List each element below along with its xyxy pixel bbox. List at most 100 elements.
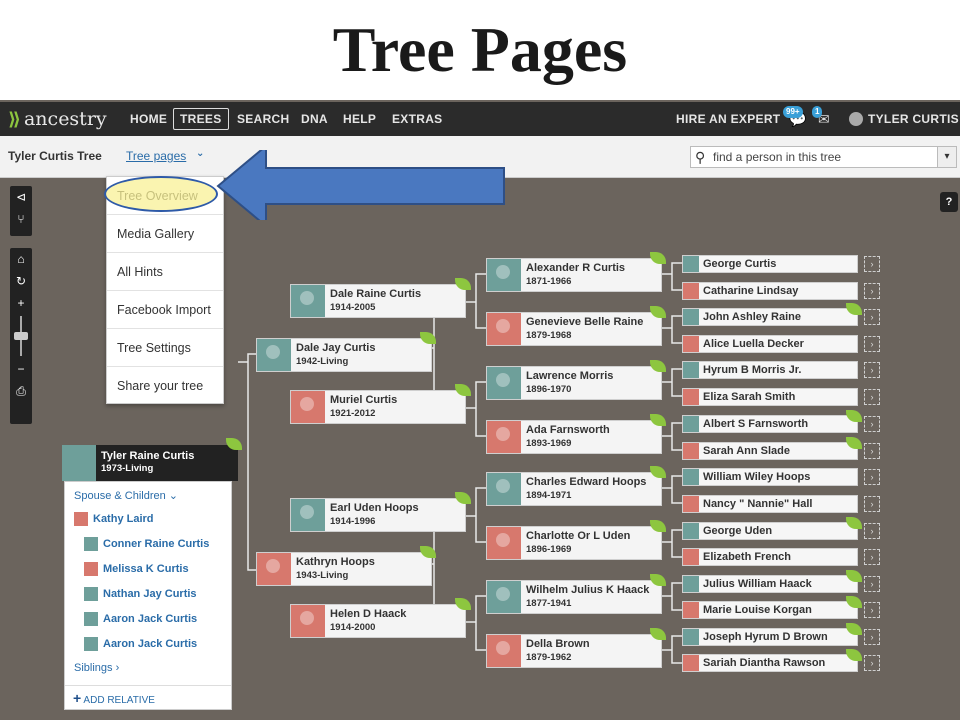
ancestor-card[interactable]: Alice Luella Decker: [682, 335, 858, 353]
ancestor-card[interactable]: Joseph Hyrum D Brown: [682, 628, 858, 646]
person-card[interactable]: Della Brown 1879-1962: [486, 634, 662, 668]
expand-more-icon[interactable]: ›: [864, 496, 880, 512]
expand-more-icon[interactable]: ›: [864, 443, 880, 459]
zoom-out-icon[interactable]: −: [10, 358, 32, 380]
tree-name: Tyler Curtis Tree: [8, 149, 102, 163]
print-icon[interactable]: ⎙: [10, 380, 32, 402]
family-member[interactable]: Aaron Jack Curtis: [84, 637, 197, 653]
slide-title: Tree Pages: [332, 14, 628, 85]
person-card[interactable]: Charles Edward Hoops 1894-1971: [486, 472, 662, 506]
expand-more-icon[interactable]: ›: [864, 309, 880, 325]
person-search-input[interactable]: [713, 149, 933, 165]
nav-extras[interactable]: EXTRAS: [392, 110, 442, 128]
zoom-in-icon[interactable]: +: [10, 292, 32, 314]
expand-more-icon[interactable]: ›: [864, 602, 880, 618]
person-card[interactable]: Dale Jay Curtis 1942-Living: [256, 338, 432, 372]
person-card[interactable]: Charlotte Or L Uden 1896-1969: [486, 526, 662, 560]
person-card[interactable]: Dale Raine Curtis 1914-2005: [290, 284, 466, 318]
ancestor-card[interactable]: George Curtis: [682, 255, 858, 273]
person-photo: [257, 553, 291, 585]
expand-more-icon[interactable]: ›: [864, 416, 880, 432]
expand-more-icon[interactable]: ›: [864, 523, 880, 539]
ancestor-card[interactable]: Hyrum B Morris Jr.: [682, 361, 858, 379]
family-view-icon[interactable]: ⑂: [10, 208, 32, 230]
nav-trees[interactable]: TREES: [173, 108, 229, 130]
ancestor-card[interactable]: Albert S Farnsworth: [682, 415, 858, 433]
nav-search[interactable]: SEARCH: [237, 110, 289, 128]
spouse-children-toggle[interactable]: Spouse & Children ⌄: [74, 489, 178, 502]
expand-more-icon[interactable]: ›: [864, 549, 880, 565]
nav-home[interactable]: HOME: [130, 110, 167, 128]
person-photo: [257, 339, 291, 371]
ancestor-card[interactable]: Catharine Lindsay: [682, 282, 858, 300]
expand-more-icon[interactable]: ›: [864, 629, 880, 645]
leaf-logo-icon: ⟫: [8, 109, 21, 129]
reset-icon[interactable]: ↻: [10, 270, 32, 292]
menu-item-facebook-import[interactable]: Facebook Import: [107, 291, 223, 329]
add-relative-button[interactable]: + ADD RELATIVE: [65, 685, 231, 709]
expand-more-icon[interactable]: ›: [864, 655, 880, 671]
expand-more-icon[interactable]: ›: [864, 362, 880, 378]
zoom-slider[interactable]: [14, 316, 28, 356]
person-card[interactable]: Kathryn Hoops 1943-Living: [256, 552, 432, 586]
ancestor-card[interactable]: Sariah Diantha Rawson: [682, 654, 858, 672]
zoom-slider-handle[interactable]: [14, 332, 28, 340]
menu-item-all-hints[interactable]: All Hints: [107, 253, 223, 291]
home-icon[interactable]: ⌂: [10, 248, 32, 270]
person-photo: [62, 445, 96, 481]
expand-more-icon[interactable]: ›: [864, 469, 880, 485]
family-member[interactable]: Conner Raine Curtis: [84, 537, 209, 553]
search-icon: ⚲: [695, 149, 706, 165]
family-member[interactable]: Aaron Jack Curtis: [84, 612, 197, 628]
siblings-toggle[interactable]: Siblings ›: [74, 662, 119, 674]
person-card[interactable]: Genevieve Belle Raine 1879-1968: [486, 312, 662, 346]
user-avatar[interactable]: [849, 112, 863, 126]
person-card[interactable]: Muriel Curtis 1921-2012: [290, 390, 466, 424]
person-card[interactable]: Lawrence Morris 1896-1970: [486, 366, 662, 400]
person-card[interactable]: Alexander R Curtis 1871-1966: [486, 258, 662, 292]
nav-dna[interactable]: DNA: [301, 110, 328, 128]
zoom-toolbar: ⌂ ↻ + − ⎙: [10, 248, 32, 424]
expand-more-icon[interactable]: ›: [864, 576, 880, 592]
ancestor-card[interactable]: George Uden: [682, 522, 858, 540]
tree-overview-highlight: [104, 176, 218, 212]
person-card[interactable]: Wilhelm Julius K Haack 1877-1941: [486, 580, 662, 614]
root-person-card[interactable]: Tyler Raine Curtis 1973-Living: [62, 445, 238, 481]
menu-item-media-gallery[interactable]: Media Gallery: [107, 215, 223, 253]
family-member[interactable]: Melissa K Curtis: [84, 562, 189, 578]
person-search-box: ⚲: [690, 146, 938, 168]
annotation-arrow: [216, 150, 505, 220]
family-member[interactable]: Nathan Jay Curtis: [84, 587, 197, 603]
person-card[interactable]: Helen D Haack 1914-2000: [290, 604, 466, 638]
menu-item-tree-settings[interactable]: Tree Settings: [107, 329, 223, 367]
ancestor-card[interactable]: Eliza Sarah Smith: [682, 388, 858, 406]
tree-pages-link[interactable]: Tree pages: [126, 149, 186, 163]
nav-help[interactable]: HELP: [343, 110, 376, 128]
menu-item-share-your-tree[interactable]: Share your tree: [107, 367, 223, 405]
ancestor-card[interactable]: Nancy " Nannie" Hall: [682, 495, 858, 513]
ancestry-logo[interactable]: ⟫ ancestry: [8, 108, 107, 130]
expand-more-icon[interactable]: ›: [864, 283, 880, 299]
pedigree-view-icon[interactable]: ⊲: [10, 186, 32, 208]
chevron-down-icon[interactable]: ⌄: [196, 148, 204, 159]
person-card[interactable]: Earl Uden Hoops 1914-1996: [290, 498, 466, 532]
ancestor-card[interactable]: William Wiley Hoops: [682, 468, 858, 486]
ancestor-card[interactable]: Marie Louise Korgan: [682, 601, 858, 619]
ancestor-card[interactable]: Sarah Ann Slade: [682, 442, 858, 460]
expand-more-icon[interactable]: ›: [864, 336, 880, 352]
ancestor-card[interactable]: John Ashley Raine: [682, 308, 858, 326]
expand-more-icon[interactable]: ›: [864, 256, 880, 272]
ancestry-screenshot: ⟫ ancestry HOME TREES SEARCH DNA HELP EX…: [0, 100, 960, 720]
help-icon[interactable]: ?: [940, 192, 958, 212]
ancestor-card[interactable]: Elizabeth French: [682, 548, 858, 566]
hints-badge: 99+: [783, 106, 803, 118]
ancestor-card[interactable]: Julius William Haack: [682, 575, 858, 593]
search-dropdown-button[interactable]: ▾: [937, 146, 957, 168]
family-member[interactable]: Kathy Laird: [74, 512, 154, 528]
expand-more-icon[interactable]: ›: [864, 389, 880, 405]
person-card[interactable]: Ada Farnsworth 1893-1969: [486, 420, 662, 454]
family-panel: Spouse & Children ⌄ Kathy Laird Conner R…: [64, 481, 232, 710]
top-navigation-bar: ⟫ ancestry HOME TREES SEARCH DNA HELP EX…: [0, 102, 960, 144]
view-toolbar: ⊲ ⑂: [10, 186, 32, 236]
nav-hire-an-expert[interactable]: HIRE AN EXPERT: [676, 110, 780, 128]
